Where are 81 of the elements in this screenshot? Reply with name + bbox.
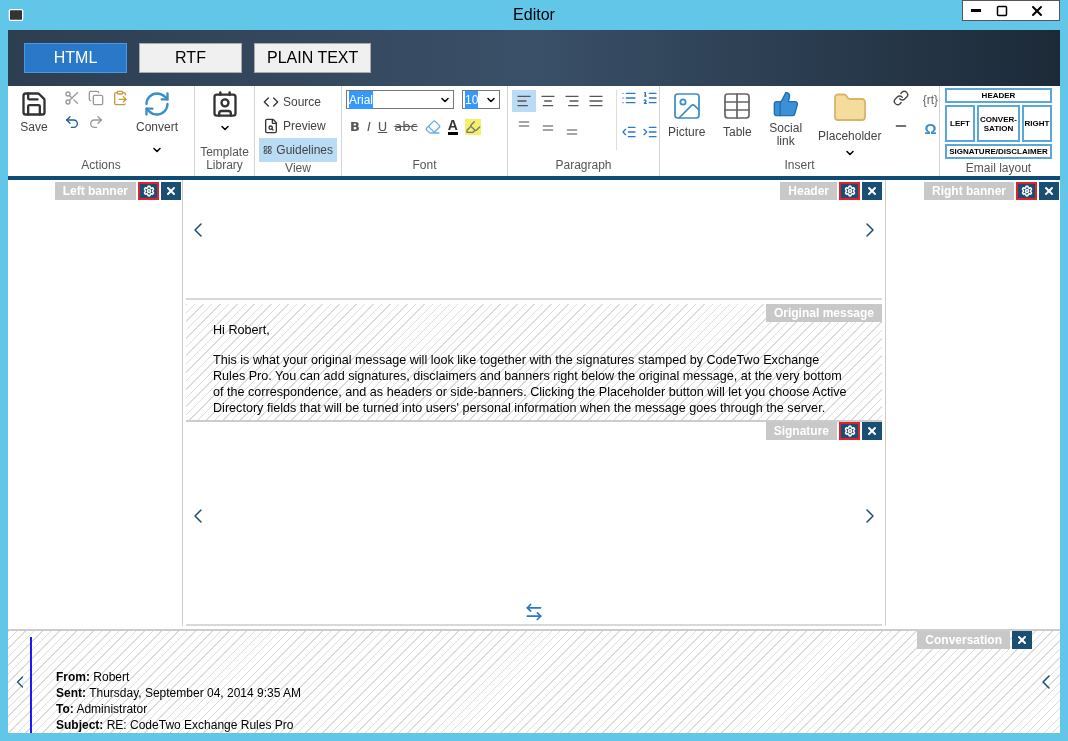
settings-icon xyxy=(843,185,856,197)
thumbs-up-icon xyxy=(771,90,800,118)
layout-left[interactable]: LEFT xyxy=(945,105,975,142)
insert-button[interactable]: Social link xyxy=(765,90,807,148)
close-icon xyxy=(1016,634,1028,646)
close-button[interactable] xyxy=(862,422,882,440)
rt-button[interactable]: {rt} xyxy=(917,90,944,110)
layout-header[interactable]: HEADER xyxy=(945,88,1052,103)
message-field: To: Administrator xyxy=(56,701,1034,717)
text-style-button[interactable]: I xyxy=(366,117,371,137)
settings-icon xyxy=(843,425,856,437)
window-title: Editor xyxy=(513,5,555,25)
align-icon xyxy=(588,93,604,109)
align-icon xyxy=(540,93,556,109)
view-icon xyxy=(263,94,279,110)
align-icon xyxy=(516,93,532,109)
align-icon xyxy=(564,93,580,109)
minimize-icon xyxy=(971,9,981,12)
maximize-icon xyxy=(996,4,1008,17)
group-label: Email layout xyxy=(964,160,1033,177)
layout-signature[interactable]: SIGNATURE/DISCLAIMER xyxy=(945,144,1052,159)
bullet-list-icon[interactable] xyxy=(621,90,637,106)
group-label: Insert xyxy=(783,159,816,174)
group-label: Font xyxy=(411,159,438,174)
format-tab[interactable]: PLAIN TEXT xyxy=(254,43,372,73)
settings-button[interactable] xyxy=(839,182,860,200)
settings-icon xyxy=(1020,185,1033,197)
copy-icon[interactable] xyxy=(88,90,104,106)
settings-icon xyxy=(142,185,155,197)
view-option[interactable]: Guidelines xyxy=(259,138,337,162)
insert-button[interactable]: Placeholder xyxy=(814,90,886,159)
text-style-button[interactable]: abc xyxy=(394,117,418,137)
close-button[interactable] xyxy=(1012,631,1032,649)
decrease-indent-icon[interactable] xyxy=(621,124,637,140)
view-option[interactable]: Source xyxy=(259,90,337,114)
cut-icon[interactable] xyxy=(64,90,80,106)
undo-icon[interactable] xyxy=(64,114,80,130)
close-icon xyxy=(866,425,878,437)
link-icon[interactable] xyxy=(893,90,910,106)
message-body: This is what your original message will look like together with the signatures stamped by CodeTwo Exchange Rules Pro. You can add signatures, disclaimers and banners right below the original message, at the very bottom of the correspondence, and as headers or side-banners. Clicking the Placeholder button will let you choose Active Directory fields that will be turned into users' personal information when the message goes through the server. xyxy=(213,352,848,416)
text-style-button[interactable]: B xyxy=(350,117,360,137)
format-tab[interactable]: RTF xyxy=(139,43,242,73)
highlighter-icon[interactable] xyxy=(464,118,481,135)
save-button[interactable]: Save xyxy=(12,90,56,159)
message-field: Subject: RE: CodeTwo Exchange Rules Pro xyxy=(56,717,1034,733)
close-icon xyxy=(165,185,177,197)
group-label: Paragraph xyxy=(554,159,613,174)
insert-button[interactable]: Table xyxy=(717,90,758,139)
settings-button[interactable] xyxy=(1016,182,1037,200)
app-icon xyxy=(8,7,24,23)
close-button[interactable] xyxy=(862,182,882,200)
group-label: Actions xyxy=(80,159,122,174)
close-icon xyxy=(866,185,878,197)
font-color-button[interactable]: A xyxy=(447,118,458,136)
numbered-list-icon[interactable] xyxy=(642,90,658,106)
view-icon xyxy=(263,118,279,134)
view-option[interactable]: Preview xyxy=(259,114,337,138)
message-field: Sent: Thursday, September 04, 2014 9:35 AM xyxy=(56,685,1034,701)
layout-conversation[interactable]: CONVER-SATION xyxy=(977,105,1020,142)
align-button[interactable] xyxy=(512,90,536,112)
special-character-button[interactable]: Ω xyxy=(917,118,944,141)
layout-right[interactable]: RIGHT xyxy=(1022,105,1052,142)
format-tab[interactable]: HTML xyxy=(24,43,127,73)
increase-indent-icon[interactable] xyxy=(642,124,658,140)
refresh-icon xyxy=(143,90,171,118)
swap-icon[interactable] xyxy=(524,602,544,622)
group-label: Template Library xyxy=(199,146,250,174)
message-field: From: Robert xyxy=(56,669,1034,685)
greeting-text: Hi Robert, xyxy=(213,322,271,338)
group-label: View xyxy=(284,162,312,177)
close-button[interactable] xyxy=(1039,182,1059,200)
settings-button[interactable] xyxy=(138,182,159,200)
settings-button[interactable] xyxy=(839,422,860,440)
convert-button[interactable]: Convert xyxy=(136,90,179,159)
redo-icon[interactable] xyxy=(88,114,104,130)
text-style-button[interactable]: U xyxy=(377,117,388,137)
insert-button[interactable]: Picture xyxy=(664,90,710,139)
paste-icon[interactable] xyxy=(112,90,128,106)
close-icon xyxy=(1043,185,1055,197)
close-button[interactable] xyxy=(161,182,181,200)
contact-card-icon xyxy=(210,90,239,118)
